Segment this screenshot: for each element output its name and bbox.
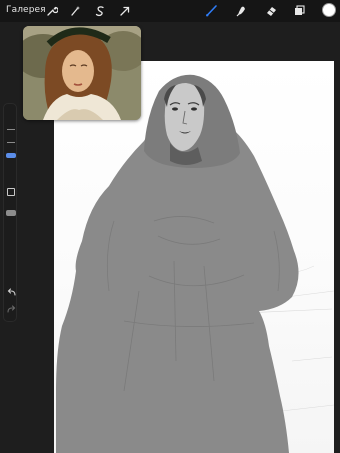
- brush-size-slider-track: [7, 142, 15, 143]
- undo-icon[interactable]: [6, 287, 16, 297]
- opacity-slider[interactable]: [6, 210, 16, 216]
- reference-portrait-image: [23, 26, 141, 120]
- brush-size-slider-track: [7, 129, 15, 130]
- smudge-icon[interactable]: [234, 3, 249, 18]
- gallery-button[interactable]: Галерея: [6, 4, 46, 16]
- layers-icon[interactable]: [292, 3, 307, 18]
- selection-s-icon[interactable]: [92, 3, 107, 18]
- reference-image[interactable]: [23, 26, 141, 120]
- wrench-icon[interactable]: [44, 3, 59, 18]
- magic-wand-icon[interactable]: [67, 3, 82, 18]
- brush-size-slider[interactable]: [6, 153, 16, 158]
- eraser-icon[interactable]: [264, 3, 279, 18]
- transform-arrow-icon[interactable]: [117, 3, 132, 18]
- redo-icon[interactable]: [6, 304, 16, 314]
- side-toolbar: [3, 103, 17, 322]
- brush-icon[interactable]: [204, 3, 219, 18]
- modify-button[interactable]: [7, 188, 15, 196]
- top-toolbar: Галерея: [0, 0, 340, 22]
- color-picker-button[interactable]: [322, 3, 336, 17]
